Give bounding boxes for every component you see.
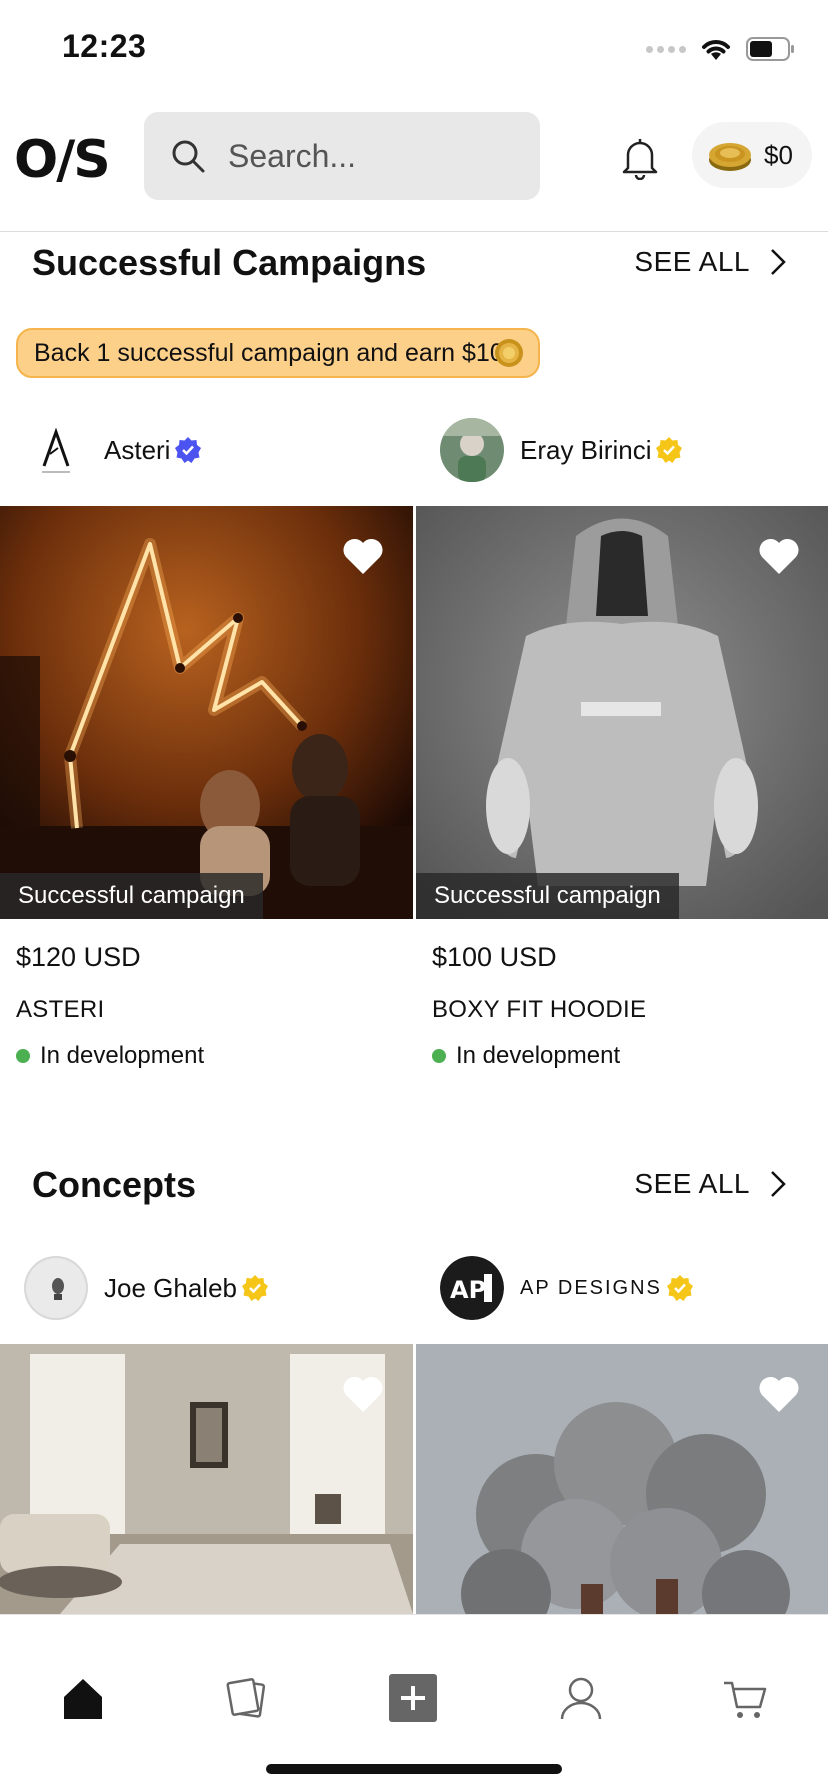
avatar: AP	[440, 1256, 504, 1320]
bell-icon[interactable]	[620, 136, 660, 180]
verified-badge-icon	[666, 1275, 693, 1301]
status-dot	[16, 1049, 30, 1063]
coin-icon	[495, 339, 523, 367]
bottom-navigation	[0, 1614, 828, 1792]
wallet-balance-button[interactable]: $0	[692, 122, 812, 188]
creator-asteri[interactable]: Asteri	[24, 418, 202, 482]
heart-icon[interactable]	[757, 536, 801, 576]
creator-name: Joe Ghaleb	[104, 1272, 237, 1303]
chevron-right-icon	[771, 249, 786, 275]
heart-icon[interactable]	[341, 536, 385, 576]
verified-badge-icon	[241, 1275, 268, 1301]
concept-image-chair[interactable]	[416, 1344, 828, 1614]
see-all-label: SEE ALL	[634, 1168, 750, 1199]
status-bar: 12:23	[0, 0, 828, 100]
balance-amount: $0	[764, 140, 793, 170]
creator-name: AP DESIGNS	[520, 1276, 662, 1299]
status-dot	[432, 1049, 446, 1063]
creator-name: Asteri	[104, 434, 171, 465]
coins-icon	[709, 143, 751, 171]
status-text: In development	[456, 1042, 621, 1069]
cards-icon[interactable]	[222, 1673, 272, 1723]
wifi-icon	[702, 40, 730, 60]
status-time: 12:23	[62, 28, 147, 64]
svg-text:AP: AP	[450, 1276, 486, 1304]
chevron-right-icon	[771, 1171, 786, 1197]
product-title[interactable]: ASTERI	[16, 996, 104, 1024]
search-icon	[172, 140, 205, 173]
avatar	[24, 1256, 88, 1320]
creator-name: Eray Birinci	[520, 434, 652, 465]
section-title-successful: Successful Campaigns	[32, 242, 427, 283]
product-price: $100 USD	[432, 942, 557, 972]
see-all-label: SEE ALL	[634, 246, 750, 277]
cellular-signal-icon	[646, 45, 686, 53]
concept-image-room[interactable]	[0, 1344, 413, 1614]
campaign-status-tag: Successful campaign	[0, 873, 263, 919]
section-title-concepts: Concepts	[32, 1164, 197, 1205]
battery-icon	[746, 37, 794, 61]
product-status: In development	[16, 1042, 204, 1070]
see-all-successful-button[interactable]: SEE ALL	[634, 246, 786, 278]
product-title[interactable]: BOXY FIT HOODIE	[432, 996, 646, 1024]
campaign-status-tag: Successful campaign	[416, 873, 679, 919]
avatar	[24, 418, 88, 482]
avatar	[440, 418, 504, 482]
product-image-boxy-fit-hoodie[interactable]: Successful campaign	[416, 506, 828, 919]
heart-icon[interactable]	[341, 1374, 385, 1414]
creator-ap-designs[interactable]: AP AP DESIGNS	[440, 1256, 694, 1320]
creator-eray-birinci[interactable]: Eray Birinci	[440, 418, 683, 482]
profile-icon[interactable]	[556, 1673, 606, 1723]
product-image-asteri[interactable]: Successful campaign	[0, 506, 413, 919]
home-indicator	[266, 1764, 562, 1774]
promo-banner[interactable]: Back 1 successful campaign and earn $10!	[16, 328, 540, 378]
verified-badge-icon	[175, 437, 202, 463]
create-icon[interactable]	[388, 1673, 438, 1723]
heart-icon[interactable]	[757, 1374, 801, 1414]
creator-joe-ghaleb[interactable]: Joe Ghaleb	[24, 1256, 269, 1320]
status-text: In development	[40, 1042, 205, 1069]
search-box[interactable]	[144, 112, 540, 200]
see-all-concepts-button[interactable]: SEE ALL	[634, 1168, 786, 1200]
verified-badge-icon	[656, 437, 683, 463]
product-status: In development	[432, 1042, 620, 1070]
search-input[interactable]	[228, 112, 518, 200]
product-price: $120 USD	[16, 942, 141, 972]
promo-text: Back 1 successful campaign and earn $10!	[34, 338, 511, 367]
status-icons	[646, 36, 796, 62]
app-header: O/S $0	[0, 100, 828, 232]
home-icon[interactable]	[58, 1673, 108, 1723]
cart-icon[interactable]	[720, 1673, 770, 1723]
app-logo[interactable]: O/S	[14, 130, 111, 190]
